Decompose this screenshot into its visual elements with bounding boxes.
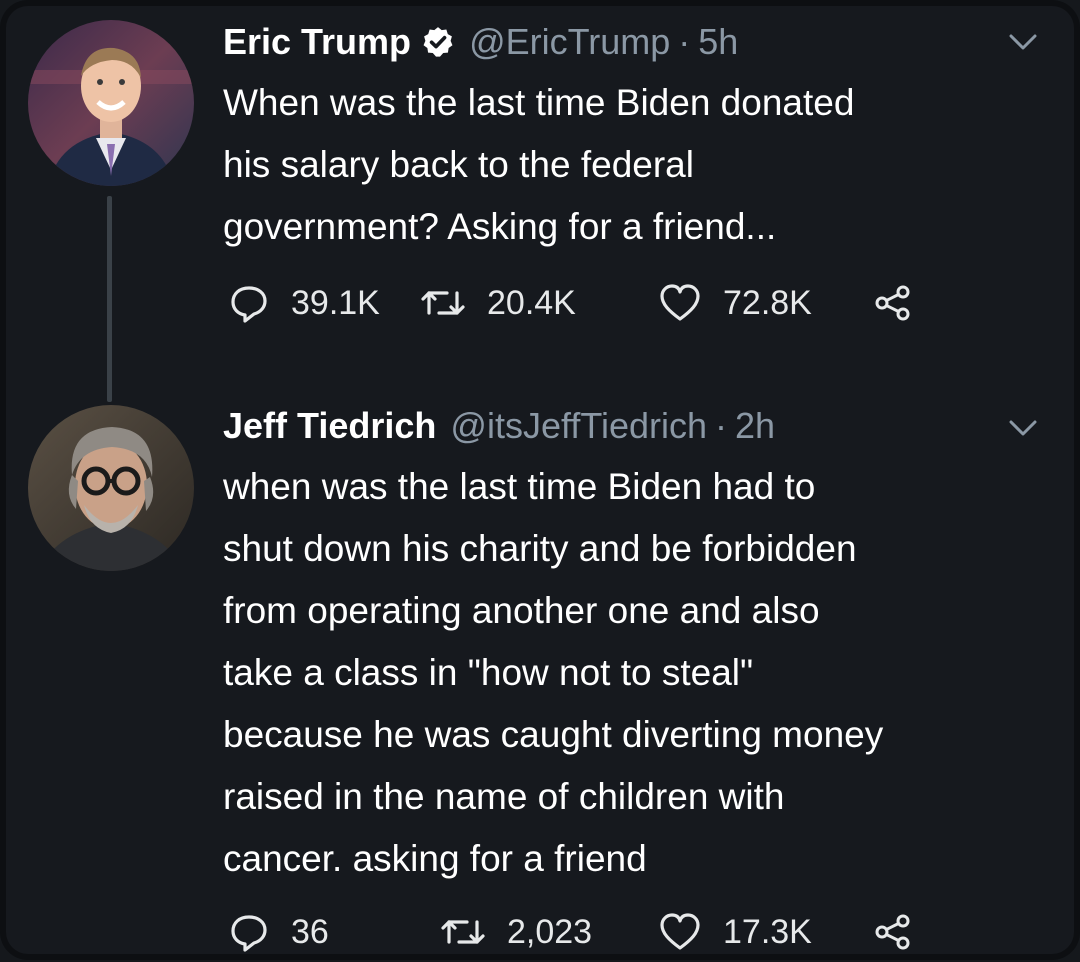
tweet-header: Jeff Tiedrich @itsJeffTiedrich · 2h	[223, 404, 1043, 448]
reply-count: 36	[291, 912, 329, 951]
like-action[interactable]: 17.3K	[659, 912, 812, 952]
retweet-action[interactable]: 20.4K	[421, 283, 576, 323]
tweet-jeff-tiedrich[interactable]: Jeff Tiedrich @itsJeffTiedrich · 2h when…	[223, 404, 1043, 890]
author-handle[interactable]: @itsJeffTiedrich	[450, 404, 707, 448]
tweet-text-line: from operating another one and also	[223, 590, 820, 631]
like-action[interactable]: 72.8K	[659, 283, 812, 323]
tweet-text-line: cancer. asking for a friend	[223, 838, 647, 879]
heart-icon	[660, 284, 700, 321]
share-action[interactable]	[875, 285, 933, 321]
author-name[interactable]: Eric Trump	[223, 20, 411, 64]
thread-connector-line	[107, 196, 112, 402]
reply-action[interactable]: 36	[229, 912, 329, 952]
separator-dot: ·	[678, 21, 691, 62]
tweet-text-line: when was the last time Biden had to	[223, 466, 816, 507]
tweet-text-line: shut down his charity and be forbidden	[223, 528, 857, 569]
retweet-action[interactable]: 2,023	[441, 912, 592, 952]
tweet-time[interactable]: 2h	[735, 404, 775, 448]
eric-trump-avatar[interactable]	[28, 20, 194, 186]
heart-icon	[660, 913, 700, 950]
avatar-photo-man-suit-icon	[28, 20, 194, 186]
like-count: 72.8K	[723, 283, 812, 322]
tweet-text-line: government? Asking for a friend...	[223, 206, 777, 247]
tweet-actions: 36 2,023 17.3K	[223, 912, 983, 962]
author-name[interactable]: Jeff Tiedrich	[223, 404, 436, 448]
retweet-icon	[441, 920, 485, 944]
tweet-text-line: because he was caught diverting money	[223, 714, 884, 755]
reply-icon	[231, 286, 267, 323]
reply-icon	[231, 915, 267, 952]
chevron-down-icon[interactable]	[1008, 32, 1038, 52]
share-action[interactable]	[875, 914, 933, 950]
tweet-time[interactable]: 5h	[698, 20, 738, 64]
tweet-text-line: take a class in "how not to steal"	[223, 652, 754, 693]
avatar-photo-man-glasses-icon	[28, 405, 194, 571]
jeff-tiedrich-avatar[interactable]	[28, 405, 194, 571]
share-icon	[875, 285, 910, 321]
tweet-text: When was the last time Biden donated his…	[223, 72, 1043, 258]
chevron-down-icon[interactable]	[1008, 418, 1038, 438]
tweet-eric-trump[interactable]: Eric Trump @EricTrump · 5h When was the …	[223, 20, 1043, 258]
tweet-actions: 39.1K 20.4K 72.8K	[223, 283, 983, 333]
tweet-text-line: When was the last time Biden donated	[223, 82, 855, 123]
share-icon	[875, 914, 910, 950]
reply-count: 39.1K	[291, 283, 380, 322]
separator-dot: ·	[715, 405, 728, 446]
author-handle[interactable]: @EricTrump	[469, 20, 670, 64]
retweet-icon	[421, 291, 465, 315]
retweet-count: 20.4K	[487, 283, 576, 322]
verified-badge-icon	[423, 27, 453, 57]
reply-action[interactable]: 39.1K	[229, 283, 380, 323]
retweet-count: 2,023	[507, 912, 593, 951]
tweet-text: when was the last time Biden had to shut…	[223, 456, 1043, 890]
tweet-header: Eric Trump @EricTrump · 5h	[223, 20, 1043, 64]
tweet-text-line: raised in the name of children with	[223, 776, 785, 817]
like-count: 17.3K	[723, 912, 812, 951]
tweet-text-line: his salary back to the federal	[223, 144, 694, 185]
timeline-frame: Eric Trump @EricTrump · 5h When was the …	[0, 0, 1080, 960]
